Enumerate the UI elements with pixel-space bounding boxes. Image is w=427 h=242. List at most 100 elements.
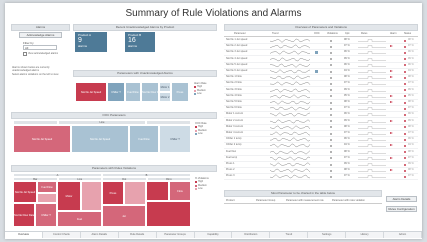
treemap-tile[interactable]: Fuel Flow — [125, 82, 141, 102]
table-row[interactable]: Chiller 1 temp 96 % 96 % — [224, 137, 418, 144]
table-row[interactable]: Nozzle 6 Flow 97 % 97 % — [224, 106, 418, 113]
parameter-name: Press 3 — [226, 174, 235, 178]
tab-capability[interactable]: Capability — [195, 232, 233, 238]
violation-dot — [330, 39, 332, 42]
rules-step-chart — [358, 163, 386, 166]
treemap-tile[interactable]: Fuel — [57, 211, 102, 227]
status-text: 97 % — [408, 81, 414, 85]
treemap-tile[interactable] — [124, 181, 146, 205]
percent-value: 96 % — [344, 112, 350, 116]
table-row[interactable]: Fuel flow 98 % 98 % — [224, 150, 418, 156]
treemap-tile[interactable]: Press — [102, 181, 124, 205]
rules-step-chart — [358, 57, 386, 61]
treemap-tile[interactable]: Fuel Flow — [129, 125, 159, 153]
treemap-tile[interactable]: Motor 2 — [159, 92, 171, 102]
percent-value: 97 % — [344, 131, 350, 134]
alarm-flag-icon[interactable] — [390, 119, 393, 122]
treemap-tile[interactable]: Flow — [169, 181, 191, 201]
alarm-flag-icon[interactable] — [390, 132, 393, 134]
alarm-flag-icon[interactable] — [390, 156, 393, 159]
tab-distribution[interactable]: Distribution — [232, 232, 271, 238]
kpi-card-product-a[interactable]: Product A 9 alarms — [75, 32, 107, 52]
treemap-tile[interactable]: Nozzle Jet Speed — [13, 181, 37, 203]
violation-dot — [330, 51, 332, 54]
ooc-treemap: Nozzle Jet Speed Nozzle Jet Speed Fuel F… — [13, 125, 191, 153]
table-row[interactable]: Nozzle 1 Flow 98 % 98 % — [224, 75, 418, 82]
kpi-card-product-b[interactable]: Product B 16 alarms — [125, 32, 155, 52]
tab-parameter-groups[interactable]: Parameter Groups — [157, 232, 195, 238]
alarm-flag-icon[interactable] — [390, 144, 393, 147]
treemap-tile[interactable]: Fuel Flow — [37, 181, 57, 193]
alarm-flag-icon[interactable] — [390, 94, 393, 97]
acknowledge-alarms-button[interactable]: Acknowledge Alarms — [19, 32, 62, 38]
treemap-tile[interactable]: Nozzle Flow Rate — [13, 203, 35, 227]
treemap-tile[interactable]: Chiller T — [35, 203, 57, 227]
table-row[interactable]: Nozzle 5 Jet speed 96 % 96 % — [224, 63, 418, 69]
treemap-tile[interactable] — [146, 181, 169, 201]
table-row[interactable]: Nozzle 3 Jet speed 96 % 96 % — [224, 50, 418, 57]
violation-dot — [330, 82, 332, 85]
parameter-name: Nozzle 2 Jet speed — [226, 44, 248, 48]
rules-step-chart — [358, 157, 386, 160]
table-row[interactable]: Nozzle 1 Jet speed 98 % 98 % — [224, 38, 418, 44]
tab-settings[interactable]: Settings — [308, 232, 347, 238]
status-dot — [404, 45, 406, 48]
violation-dot — [330, 89, 332, 92]
alarm-flag-icon[interactable] — [390, 169, 393, 172]
status-dot — [404, 76, 406, 79]
treemap-tile[interactable]: Press — [171, 82, 189, 102]
treemap-tile[interactable]: Motor 1 — [159, 82, 171, 92]
table-row[interactable]: Nozzle 4 Flow 95 % 95 % — [224, 94, 418, 100]
table-row[interactable]: Nozzle 5 Flow 98 % 98 % — [224, 100, 418, 106]
sparkline — [270, 38, 311, 43]
treemap-tile[interactable]: Chiller T — [107, 82, 125, 102]
table-row[interactable]: Press 3 97 % 97 % — [224, 174, 418, 181]
treemap-tile[interactable]: Motor — [57, 181, 81, 211]
percent-value: 99 % — [344, 162, 350, 165]
treemap-tile[interactable]: Jet — [102, 205, 146, 227]
treemap-tile[interactable]: Nozzle Jet Speed — [13, 125, 71, 153]
alarm-flag-icon[interactable] — [390, 101, 393, 103]
table-row[interactable]: Motor 4 current 97 % 97 % — [224, 131, 418, 137]
tab-overview[interactable]: Overview — [5, 232, 43, 238]
table-row[interactable]: Nozzle 2 Flow 97 % 97 % — [224, 81, 418, 88]
table-row[interactable]: Nozzle 3 Flow 99 % 99 % — [224, 88, 418, 94]
table-row[interactable]: Press 1 99 % 99 % — [224, 162, 418, 168]
view-acknowledged-toggle[interactable]: View acknowledged alarms — [23, 52, 58, 56]
status-text: 98 % — [408, 124, 414, 128]
treemap-tile[interactable]: Nozzle Jet Speed — [75, 82, 107, 102]
filter-select[interactable]: All — [23, 45, 57, 50]
status-text: 99 % — [408, 118, 414, 122]
table-row[interactable]: Motor 1 current 96 % 96 % — [224, 112, 418, 119]
table-row[interactable]: Press 2 98 % 98 % — [224, 168, 418, 175]
table-row[interactable]: Nozzle 2 Jet speed 97 % 97 % — [224, 44, 418, 51]
table-row[interactable]: Nozzle 6 Jet speed 94 % 94 % — [224, 69, 418, 75]
tab-trend[interactable]: Trend — [270, 232, 309, 238]
tab-alarm-details[interactable]: Alarm Details — [81, 232, 119, 238]
tab-admin[interactable]: Admin — [384, 232, 422, 238]
treemap-tile[interactable]: Nozzle Flow Rate — [141, 82, 159, 102]
alarm-details-button[interactable]: Alarm Details — [386, 196, 417, 202]
percent-value: 94 % — [344, 143, 350, 147]
treemap-tile[interactable]: Nozzle Jet Speed — [71, 125, 129, 153]
treemap-tile[interactable] — [146, 201, 191, 227]
table-row[interactable]: Fuel temp 97 % 97 % — [224, 156, 418, 162]
treemap-tile[interactable] — [81, 181, 102, 211]
table-row[interactable]: Motor 2 current 99 % 99 % — [224, 119, 418, 125]
treemap-tile[interactable]: Chiller T — [159, 125, 191, 153]
alarm-flag-icon[interactable] — [390, 70, 393, 72]
status-text: 94 % — [408, 143, 414, 147]
rules-configuration-button[interactable]: Rules Configuration — [386, 206, 417, 212]
tab-history[interactable]: History — [346, 232, 385, 238]
alarm-flag-icon[interactable] — [390, 45, 393, 48]
treemap-tile[interactable] — [37, 193, 57, 203]
table-row[interactable]: Nozzle 4 Jet speed 99 % 99 % — [224, 57, 418, 63]
table-row[interactable]: Chiller 2 temp 94 % 94 % — [224, 143, 418, 150]
tab-rule-details[interactable]: Rule Details — [119, 232, 157, 238]
param-unack-treemap: Nozzle Jet Speed Chiller T Fuel Flow Noz… — [75, 82, 189, 102]
checkbox-icon[interactable] — [23, 52, 27, 56]
alarm-flag-icon[interactable] — [390, 76, 393, 79]
tab-control-charts[interactable]: Control Charts — [43, 232, 81, 238]
percent-value: 97 % — [344, 81, 350, 85]
table-row[interactable]: Motor 3 current 98 % 98 % — [224, 125, 418, 131]
